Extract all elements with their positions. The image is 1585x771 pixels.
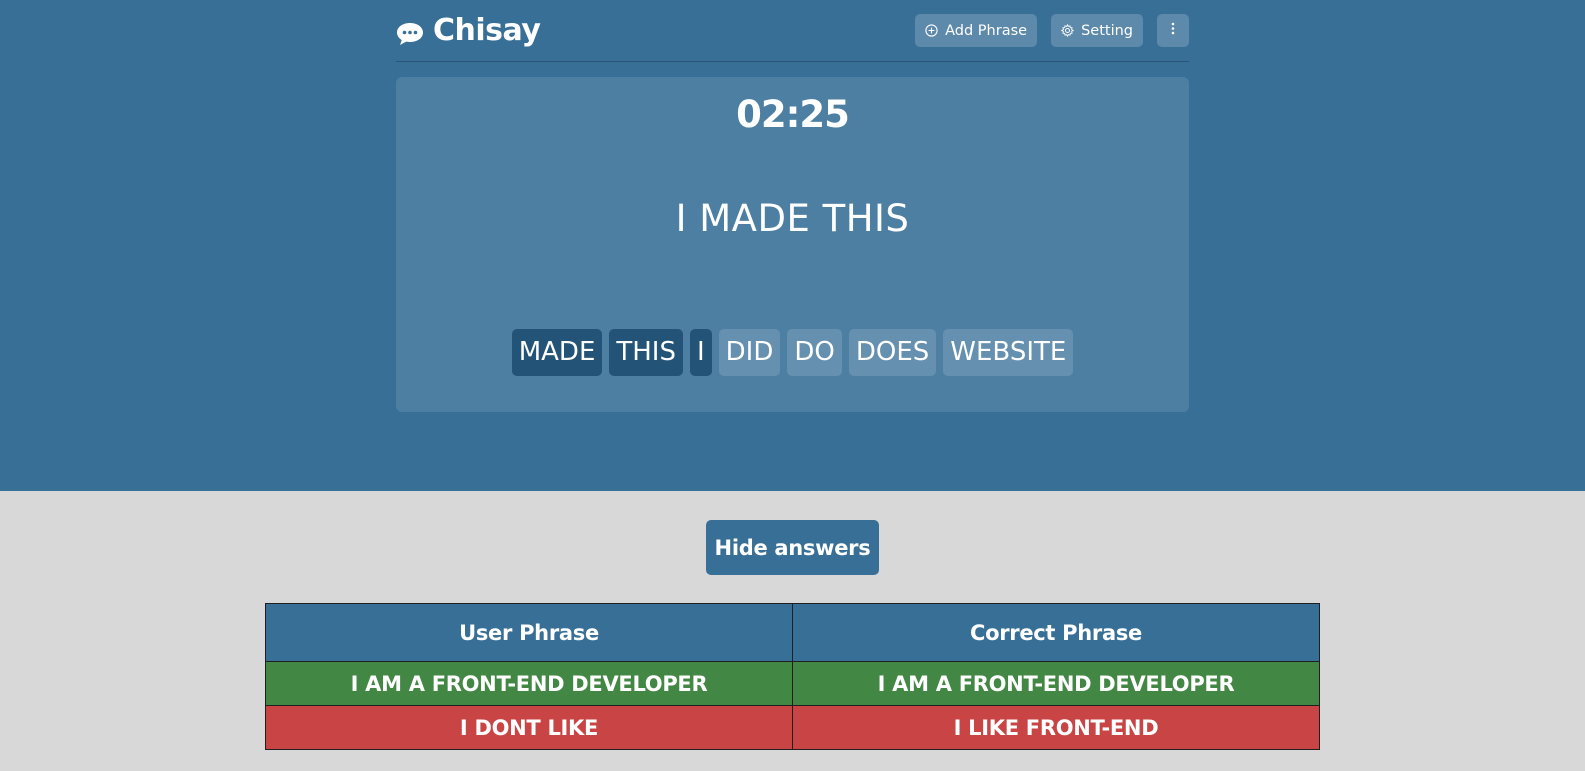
word-chip[interactable]: DO bbox=[787, 329, 842, 376]
setting-button[interactable]: Setting bbox=[1051, 14, 1143, 47]
answers-table: User Phrase Correct Phrase I AM A FRONT-… bbox=[265, 603, 1320, 750]
user-phrase-cell: I AM A FRONT-END DEVELOPER bbox=[265, 661, 793, 706]
more-button[interactable] bbox=[1157, 14, 1189, 47]
word-chip[interactable]: DOES bbox=[848, 329, 937, 376]
game-card: 02:25 I MADE THIS MADE THIS I DID DO DOES WEBS… bbox=[396, 77, 1189, 412]
user-phrase-cell: I DONT LIKE bbox=[265, 705, 793, 750]
phrase-display: I MADE THIS bbox=[675, 197, 910, 240]
word-bank: MADE THIS I DID DO DOES WEBSITE bbox=[396, 329, 1189, 376]
app-name: Chisay bbox=[433, 13, 541, 48]
table-header-row: User Phrase Correct Phrase bbox=[265, 603, 1320, 662]
speech-bubble-icon bbox=[396, 19, 424, 45]
column-header-user-phrase: User Phrase bbox=[265, 603, 793, 662]
table-row: I AM A FRONT-END DEVELOPER I AM A FRONT-E… bbox=[265, 661, 1320, 706]
column-header-correct-phrase: Correct Phrase bbox=[792, 603, 1320, 662]
word-chip[interactable]: DID bbox=[718, 329, 781, 376]
header: Chisay Add Phrase Setting bbox=[396, 0, 1189, 62]
word-chip[interactable]: WEBSITE bbox=[943, 329, 1074, 376]
word-chip[interactable]: MADE bbox=[511, 329, 603, 376]
word-chip[interactable]: I bbox=[689, 329, 712, 376]
hide-answers-button[interactable]: Hide answers bbox=[706, 520, 879, 575]
top-section: Chisay Add Phrase Setting 02:25 I MADE T… bbox=[0, 0, 1585, 491]
add-phrase-label: Add Phrase bbox=[945, 22, 1028, 39]
gear-icon bbox=[1060, 23, 1075, 38]
word-chip[interactable]: THIS bbox=[609, 329, 683, 376]
correct-phrase-cell: I AM A FRONT-END DEVELOPER bbox=[792, 661, 1320, 706]
brand[interactable]: Chisay bbox=[396, 13, 541, 48]
correct-phrase-cell: I LIKE FRONT-END bbox=[792, 705, 1320, 750]
answers-section: Hide answers User Phrase Correct Phrase … bbox=[0, 491, 1585, 771]
add-phrase-button[interactable]: Add Phrase bbox=[915, 14, 1038, 47]
vertical-dots-icon bbox=[1171, 22, 1175, 39]
header-actions: Add Phrase Setting bbox=[901, 14, 1189, 47]
setting-label: Setting bbox=[1081, 22, 1133, 39]
timer: 02:25 bbox=[736, 93, 850, 136]
plus-circle-icon bbox=[925, 24, 938, 37]
table-row: I DONT LIKE I LIKE FRONT-END bbox=[265, 705, 1320, 750]
